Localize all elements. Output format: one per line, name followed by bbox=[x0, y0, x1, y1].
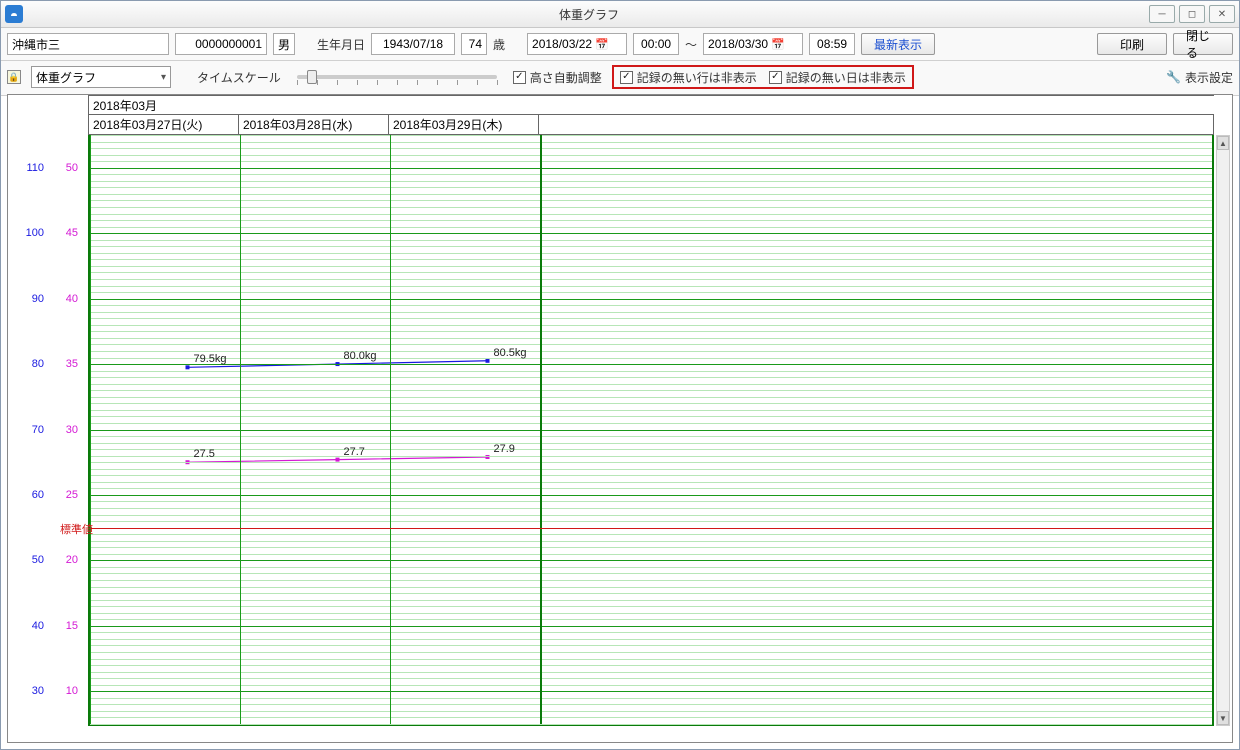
y-tick-left: 60 bbox=[32, 489, 44, 501]
y-tick-left: 30 bbox=[32, 685, 44, 697]
month-label: 2018年03月 bbox=[93, 97, 157, 114]
window-buttons: ─ ◻ ✕ bbox=[1149, 5, 1235, 23]
month-header: 2018年03月 bbox=[88, 95, 1214, 115]
maximize-button[interactable]: ◻ bbox=[1179, 5, 1205, 23]
graph-type-value: 体重グラフ bbox=[36, 69, 96, 86]
titlebar: 体重グラフ ─ ◻ ✕ bbox=[1, 1, 1239, 28]
date-from-field[interactable]: 2018/03/22 bbox=[527, 33, 627, 55]
tilde: ～ bbox=[685, 36, 697, 53]
data-label: 80.0kg bbox=[344, 350, 377, 362]
date-to: 2018/03/30 bbox=[708, 37, 768, 51]
print-button[interactable]: 印刷 bbox=[1097, 33, 1167, 55]
toolbar-row-2: 🔒 体重グラフ ▾ タイムスケール 高さ自動調整 記録の無い行は非表示 記録の無… bbox=[1, 61, 1239, 96]
chart-area: 2018年03月 2018年03月27日(火)2018年03月28日(水)201… bbox=[7, 94, 1233, 743]
time-from: 00:00 bbox=[641, 37, 671, 51]
timescale-label: タイムスケール bbox=[197, 69, 281, 86]
patient-id-field[interactable]: 0000000001 bbox=[175, 33, 267, 55]
hide-empty-rows-checkbox[interactable]: 記録の無い行は非表示 bbox=[620, 69, 757, 86]
display-settings-button[interactable]: 表示設定 bbox=[1166, 69, 1233, 86]
time-to: 08:59 bbox=[817, 37, 847, 51]
y-axis-right: 50 45 40 35 30 25 20 15 10 bbox=[48, 135, 82, 726]
scroll-up-button[interactable]: ▲ bbox=[1217, 136, 1229, 150]
data-label: 79.5kg bbox=[194, 353, 227, 365]
calendar-icon[interactable] bbox=[768, 37, 785, 51]
calendar-icon[interactable] bbox=[592, 37, 609, 51]
day-headers: 2018年03月27日(火)2018年03月28日(水)2018年03月29日(… bbox=[88, 115, 1214, 135]
day-header-empty bbox=[538, 115, 1214, 135]
close-button[interactable]: 閉じる bbox=[1173, 33, 1233, 55]
date-to-field[interactable]: 2018/03/30 bbox=[703, 33, 803, 55]
reference-label: 標準値 bbox=[60, 521, 93, 537]
checkbox-icon bbox=[769, 71, 782, 84]
data-label: 27.7 bbox=[344, 446, 365, 458]
chevron-down-icon: ▾ bbox=[161, 72, 166, 83]
patient-name-field[interactable]: 沖縄市三 bbox=[7, 33, 169, 55]
window-title: 体重グラフ bbox=[29, 6, 1149, 23]
app-icon bbox=[5, 5, 23, 23]
timescale-slider[interactable] bbox=[297, 75, 497, 79]
app-window: 体重グラフ ─ ◻ ✕ 沖縄市三 0000000001 男 生年月日 1943/… bbox=[0, 0, 1240, 750]
scroll-down-button[interactable]: ▼ bbox=[1217, 711, 1229, 725]
checkbox-icon bbox=[513, 71, 526, 84]
y-tick-right: 35 bbox=[66, 358, 78, 370]
age-value: 74 bbox=[469, 37, 482, 51]
data-label: 27.5 bbox=[194, 448, 215, 460]
y-tick-left: 40 bbox=[32, 620, 44, 632]
y-tick-right: 20 bbox=[66, 554, 78, 566]
patient-sex: 男 bbox=[278, 36, 290, 53]
day-header: 2018年03月27日(火) bbox=[88, 115, 238, 135]
y-tick-left: 110 bbox=[26, 162, 44, 174]
highlighted-options: 記録の無い行は非表示 記録の無い日は非表示 bbox=[612, 65, 914, 89]
data-label: 80.5kg bbox=[494, 347, 527, 359]
date-from: 2018/03/22 bbox=[532, 37, 592, 51]
age-field: 74 bbox=[461, 33, 487, 55]
time-to-field[interactable]: 08:59 bbox=[809, 33, 855, 55]
day-header: 2018年03月28日(水) bbox=[238, 115, 388, 135]
graph-type-select[interactable]: 体重グラフ ▾ bbox=[31, 66, 171, 88]
y-tick-left: 80 bbox=[32, 358, 44, 370]
y-tick-right: 45 bbox=[66, 227, 78, 239]
close-window-button[interactable]: ✕ bbox=[1209, 5, 1235, 23]
birth-label: 生年月日 bbox=[317, 36, 365, 53]
birth-date-field[interactable]: 1943/07/18 bbox=[371, 33, 455, 55]
lock-icon: 🔒 bbox=[7, 70, 21, 84]
vertical-scrollbar[interactable]: ▲ ▼ bbox=[1216, 135, 1230, 726]
y-tick-right: 10 bbox=[66, 685, 78, 697]
patient-name: 沖縄市三 bbox=[12, 36, 60, 53]
time-from-field[interactable]: 00:00 bbox=[633, 33, 679, 55]
birth-date: 1943/07/18 bbox=[383, 37, 443, 51]
age-unit: 歳 bbox=[493, 36, 505, 53]
y-tick-left: 70 bbox=[32, 424, 44, 436]
y-tick-left: 100 bbox=[26, 227, 44, 239]
refresh-button[interactable]: 最新表示 bbox=[861, 33, 935, 55]
day-header: 2018年03月29日(木) bbox=[388, 115, 538, 135]
toolbar-row-1: 沖縄市三 0000000001 男 生年月日 1943/07/18 74 歳 2… bbox=[1, 28, 1239, 61]
checkbox-icon bbox=[620, 71, 633, 84]
y-tick-left: 50 bbox=[32, 554, 44, 566]
y-tick-right: 40 bbox=[66, 293, 78, 305]
patient-sex-field[interactable]: 男 bbox=[273, 33, 295, 55]
y-tick-right: 25 bbox=[66, 489, 78, 501]
y-axis-left: 110 100 90 80 70 60 50 40 30 bbox=[14, 135, 48, 726]
auto-height-checkbox[interactable]: 高さ自動調整 bbox=[513, 69, 602, 86]
wrench-icon bbox=[1166, 70, 1185, 84]
y-tick-right: 50 bbox=[66, 162, 78, 174]
plot-area: 標準値79.5kg80.0kg80.5kg27.527.727.9 bbox=[88, 135, 1214, 726]
minimize-button[interactable]: ─ bbox=[1149, 5, 1175, 23]
patient-id: 0000000001 bbox=[195, 37, 262, 51]
y-tick-right: 30 bbox=[66, 424, 78, 436]
hide-empty-days-checkbox[interactable]: 記録の無い日は非表示 bbox=[769, 69, 906, 86]
y-tick-right: 15 bbox=[66, 620, 78, 632]
data-label: 27.9 bbox=[494, 443, 515, 455]
y-tick-left: 90 bbox=[32, 293, 44, 305]
